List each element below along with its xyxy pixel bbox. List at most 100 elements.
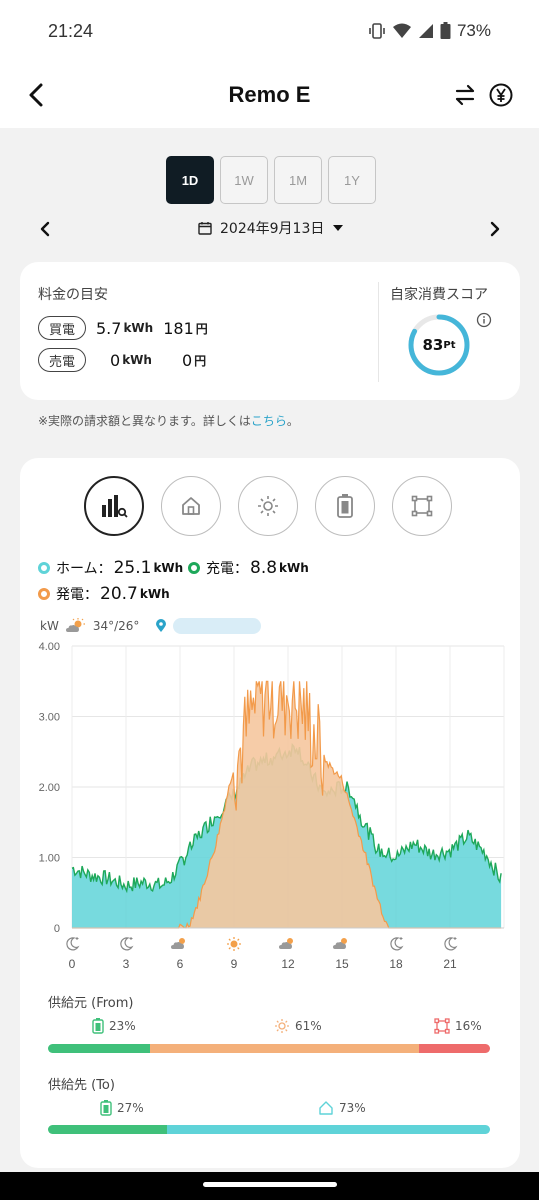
cost-summary-card: 料金の目安 買電 5.7 kWh 181 円 売電 0 kWh 0 円 自家消費… bbox=[20, 262, 520, 400]
supply-to-bar bbox=[48, 1125, 490, 1134]
self-consumption-score-label: 自家消費スコア bbox=[390, 287, 488, 303]
date-navigator: 2024年9月13日 bbox=[0, 214, 539, 244]
location-blurred bbox=[173, 618, 262, 634]
sun-icon bbox=[258, 496, 278, 516]
buy-tag: 買電 bbox=[38, 316, 86, 340]
cost-estimate-label: 料金の目安 bbox=[38, 287, 108, 303]
x-tick-label: 12 bbox=[281, 957, 295, 971]
buy-kwh: 5.7 bbox=[96, 318, 122, 338]
home-handle[interactable] bbox=[203, 1182, 337, 1187]
battery-percent: 73% bbox=[456, 21, 491, 40]
chevron-left-icon[interactable] bbox=[36, 220, 54, 238]
app-header: Remo E bbox=[0, 62, 539, 128]
score-number: 83 bbox=[422, 336, 444, 354]
disclaimer-end: 。 bbox=[286, 414, 299, 428]
supply-to-bar-segment bbox=[48, 1125, 168, 1134]
supply-to-title: 供給先 (To) bbox=[48, 1078, 115, 1093]
y-unit-label: kW bbox=[40, 619, 59, 633]
back-arrow-icon[interactable] bbox=[22, 80, 52, 110]
score-value: 83 Pt bbox=[406, 312, 472, 378]
calendar-icon bbox=[198, 222, 212, 235]
divider bbox=[378, 282, 379, 382]
chevron-right-icon[interactable] bbox=[486, 220, 504, 238]
supply-from-title: 供給元 (From) bbox=[48, 996, 134, 1011]
battery-icon bbox=[337, 494, 353, 518]
caret-down-icon bbox=[333, 225, 344, 231]
supply-to-item-home: 73% bbox=[318, 1100, 366, 1116]
grid-icon bbox=[411, 495, 433, 517]
moon-icon bbox=[66, 937, 80, 951]
supply-from-percent: 23% bbox=[109, 1019, 136, 1033]
overview-button[interactable] bbox=[84, 476, 144, 536]
info-icon[interactable] bbox=[476, 312, 492, 328]
legend-charge-value: 8.8 bbox=[250, 558, 278, 578]
supply-from-item-sun: 61% bbox=[274, 1018, 322, 1034]
buy-yen: 181 bbox=[163, 318, 194, 338]
buy-kwh-unit: kWh bbox=[123, 321, 154, 335]
legend-home-label: ホーム： bbox=[56, 561, 112, 577]
home-button[interactable] bbox=[161, 476, 221, 536]
legend-gen-value: 20.7 bbox=[100, 584, 138, 604]
home-icon bbox=[182, 497, 200, 515]
supply-from-bar-segment bbox=[149, 1044, 420, 1053]
x-tick-label: 21 bbox=[443, 957, 457, 971]
score-unit: Pt bbox=[443, 339, 456, 351]
disclaimer-note: ※実際の請求額と異なります。詳しくはこちら。 bbox=[38, 412, 299, 429]
x-tick-label: 9 bbox=[231, 957, 238, 971]
supply-to-bar-segment bbox=[167, 1125, 490, 1134]
legend-charge-label: 充電： bbox=[206, 561, 248, 577]
date-selector[interactable]: 2024年9月13日 bbox=[198, 218, 344, 238]
y-tick-label: 0 bbox=[54, 923, 60, 935]
moon-icon bbox=[120, 937, 134, 951]
x-tick-label: 6 bbox=[177, 957, 184, 971]
location-pin-icon bbox=[156, 619, 167, 632]
range-tabs: 1D 1W 1M 1Y bbox=[166, 156, 376, 204]
disclaimer-text: ※実際の請求額と異なります。詳しくは bbox=[38, 414, 251, 428]
supply-to-percent: 27% bbox=[117, 1101, 144, 1115]
wifi-icon bbox=[392, 23, 411, 38]
sell-kwh-unit: kWh bbox=[122, 353, 152, 367]
sell-tag: 売電 bbox=[38, 348, 86, 372]
swap-icon[interactable] bbox=[452, 82, 478, 108]
energy-chart-card: ホーム： 25.1 kWh 充電： 8.8 kWh 発電： 20.7 kWh k… bbox=[20, 458, 520, 1168]
signal-icon bbox=[418, 24, 433, 38]
buy-row: 買電 5.7 kWh 181 円 bbox=[38, 316, 208, 340]
grid-icon bbox=[434, 1018, 450, 1034]
buy-yen-unit: 円 bbox=[195, 321, 208, 336]
solar-button[interactable] bbox=[238, 476, 298, 536]
home-dot bbox=[38, 562, 50, 574]
sun-icon bbox=[274, 1018, 290, 1034]
temperature: 34°/26° bbox=[92, 619, 140, 633]
legend-charge: 充電： 8.8 kWh bbox=[188, 558, 309, 578]
partly-cloudy-icon bbox=[65, 618, 85, 632]
energy-chart[interactable]: 4.00 3.00 2.00 1.00 0 0 3 6 9 12 15 18 21 bbox=[20, 636, 520, 976]
battery-button[interactable] bbox=[315, 476, 375, 536]
legend-home: ホーム： 25.1 kWh bbox=[38, 558, 183, 578]
battery-icon bbox=[92, 1018, 104, 1034]
chart-search-icon bbox=[102, 495, 128, 518]
status-time: 21:24 bbox=[48, 20, 94, 41]
supply-to-item-battery: 27% bbox=[100, 1100, 144, 1116]
home-icon bbox=[318, 1100, 334, 1116]
legend-charge-unit: kWh bbox=[279, 561, 309, 575]
moon-icon bbox=[444, 937, 458, 951]
tab-1m[interactable]: 1M bbox=[274, 156, 322, 204]
tab-1y[interactable]: 1Y bbox=[328, 156, 376, 204]
battery-icon bbox=[100, 1100, 112, 1116]
supply-from-item-grid: 16% bbox=[434, 1018, 482, 1034]
x-tick-label: 15 bbox=[335, 957, 349, 971]
legend-gen-label: 発電： bbox=[56, 587, 98, 603]
supply-from-bar bbox=[48, 1044, 490, 1053]
grid-button[interactable] bbox=[392, 476, 452, 536]
yen-icon[interactable] bbox=[488, 82, 514, 108]
partly-cloudy-icon bbox=[333, 938, 347, 949]
partly-cloudy-icon bbox=[279, 938, 293, 949]
supply-from-percent: 61% bbox=[295, 1019, 322, 1033]
sell-yen: 0 bbox=[181, 350, 193, 370]
sell-kwh: 0 bbox=[110, 350, 121, 370]
tab-1w[interactable]: 1W bbox=[220, 156, 268, 204]
tab-1d[interactable]: 1D bbox=[166, 156, 214, 204]
details-link[interactable]: こちら bbox=[251, 414, 287, 428]
y-tick-label: 3.00 bbox=[39, 712, 60, 724]
supply-to-percent: 73% bbox=[339, 1101, 366, 1115]
